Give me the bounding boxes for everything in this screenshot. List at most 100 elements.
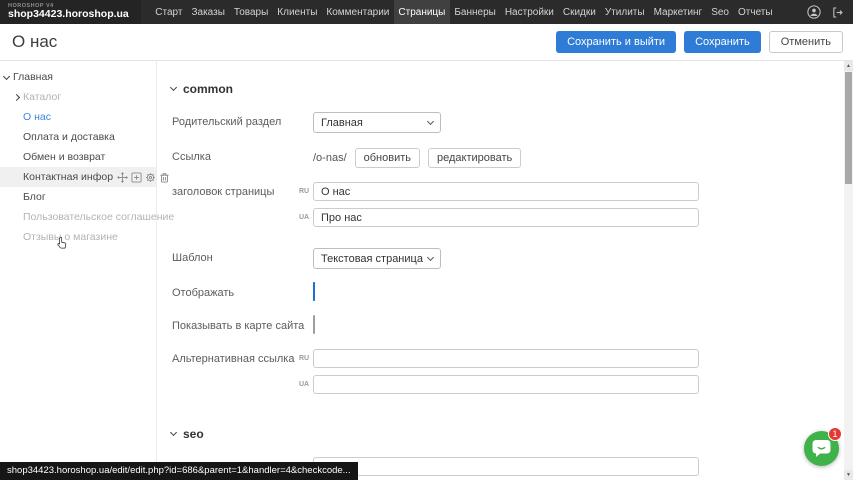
tree-item-label: Оплата и доставка (23, 131, 115, 143)
scrollbar-down-arrow[interactable]: ▼ (844, 470, 853, 480)
menu-item-marketing[interactable]: Маркетинг (649, 0, 707, 24)
cancel-button[interactable]: Отменить (769, 31, 843, 53)
menu-item-products[interactable]: Товары (229, 0, 272, 24)
sitemap-checkbox[interactable] (313, 315, 315, 334)
status-bar-link-url: shop34423.horoshop.ua/edit/edit.php?id=6… (0, 462, 358, 480)
add-page-icon[interactable] (131, 172, 142, 183)
chevron-right-icon[interactable] (13, 94, 20, 101)
tree-item-label: Блог (23, 191, 46, 203)
tree-item-label: Обмен и возврат (23, 151, 105, 163)
lang-ru-tag: RU (299, 188, 309, 195)
menu-item-orders[interactable]: Заказы (187, 0, 229, 24)
tree-item-label: Пользовательское соглашение (23, 211, 174, 223)
scrollbar-up-arrow[interactable]: ▲ (844, 61, 853, 71)
tree-item-glavnaya[interactable]: Главная (0, 67, 156, 87)
top-menu: Старт Заказы Товары Клиенты Комментарии … (151, 0, 777, 24)
parent-section-row: Родительский раздел Главная (164, 112, 844, 133)
delete-icon[interactable] (159, 172, 170, 183)
menu-item-seo[interactable]: Seo (707, 0, 734, 24)
display-row: Отображать (164, 283, 844, 302)
link-row: Ссылка /o-nas/ обновить редактировать (164, 147, 844, 168)
tree-item-blog[interactable]: Блог (0, 187, 156, 207)
menu-item-pages[interactable]: Страницы (394, 0, 450, 24)
template-row: Шаблон Текстовая страница (164, 248, 844, 269)
parent-section-selected-value: Главная (321, 117, 363, 129)
tree-item-kontaktnaya[interactable]: Контактная инфор (0, 167, 156, 187)
alt-link-label: Альтернативная ссылка (164, 349, 313, 401)
menu-item-start[interactable]: Старт (151, 0, 187, 24)
template-select[interactable]: Текстовая страница (313, 248, 441, 269)
tree-item-soglashenie[interactable]: Пользовательское соглашение (0, 207, 156, 227)
lang-ru-tag: RU (299, 355, 309, 362)
link-path-value: /o-nas/ (313, 152, 347, 164)
menu-item-settings[interactable]: Настройки (500, 0, 558, 24)
horoshop-admin-app: HOROSHOP V4 shop34423.horoshop.ua Старт … (0, 0, 853, 480)
menu-item-clients[interactable]: Клиенты (273, 0, 322, 24)
section-seo-title: seo (183, 427, 204, 441)
html-title-ru-input[interactable] (313, 457, 699, 476)
chevron-down-icon (170, 84, 177, 91)
logout-icon[interactable] (830, 5, 844, 19)
move-icon[interactable] (117, 172, 128, 183)
link-refresh-button[interactable]: обновить (355, 148, 420, 168)
chevron-down-icon (427, 118, 434, 125)
header-action-buttons: Сохранить и выйти Сохранить Отменить (556, 31, 843, 53)
pages-tree-sidebar: Главная Каталог О нас Оплата и доставка … (0, 61, 157, 480)
brand-logo[interactable]: HOROSHOP V4 shop34423.horoshop.ua (0, 0, 141, 24)
template-label: Шаблон (164, 248, 313, 269)
menu-item-comments[interactable]: Комментарии (322, 0, 394, 24)
tree-item-hover-actions (117, 172, 170, 183)
template-selected-value: Текстовая страница (321, 253, 423, 265)
tree-item-o-nas[interactable]: О нас (0, 107, 156, 127)
tree-item-oplata[interactable]: Оплата и доставка (0, 127, 156, 147)
link-edit-button[interactable]: редактировать (428, 148, 521, 168)
section-common-header[interactable]: common (171, 82, 844, 96)
chevron-down-icon (170, 429, 177, 436)
page-title-row: заголовок страницы RU UA (164, 182, 844, 234)
alt-link-ru-input[interactable] (313, 349, 699, 368)
page-title-ua-input[interactable] (313, 208, 699, 227)
topbar-right-controls (807, 0, 853, 24)
page-title-label: заголовок страницы (164, 182, 313, 234)
tree-item-obmen[interactable]: Обмен и возврат (0, 147, 156, 167)
menu-item-reports[interactable]: Отчеты (734, 0, 778, 24)
top-nav-bar: HOROSHOP V4 shop34423.horoshop.ua Старт … (0, 0, 853, 24)
tree-item-otzyvy[interactable]: Отзывы о магазине (0, 227, 156, 247)
user-account-icon[interactable] (807, 5, 821, 19)
lang-ua-tag: UA (299, 381, 309, 388)
lang-ua-tag: UA (299, 214, 309, 221)
parent-section-label: Родительский раздел (164, 112, 313, 133)
alt-link-ua-input[interactable] (313, 375, 699, 394)
alt-link-row: Альтернативная ссылка RU UA (164, 349, 844, 401)
brand-domain-label: shop34423.horoshop.ua (8, 9, 129, 21)
scrollbar-thumb[interactable] (845, 72, 852, 184)
menu-item-banners[interactable]: Баннеры (450, 0, 500, 24)
tree-item-label: Каталог (23, 91, 61, 103)
tree-item-katalog[interactable]: Каталог (0, 87, 156, 107)
menu-item-discounts[interactable]: Скидки (558, 0, 600, 24)
chat-unread-badge: 1 (828, 427, 842, 441)
chat-bubble-icon (812, 439, 831, 458)
page-header: О нас Сохранить и выйти Сохранить Отмени… (0, 24, 853, 61)
vertical-scrollbar[interactable]: ▲ ▼ (844, 61, 853, 480)
link-label: Ссылка (164, 147, 313, 168)
chevron-down-icon (427, 254, 434, 261)
sitemap-label: Показывать в карте сайта (164, 316, 313, 335)
section-common-title: common (183, 82, 233, 96)
section-seo-header[interactable]: seo (171, 427, 844, 441)
display-label: Отображать (164, 283, 313, 302)
tree-item-label: Главная (13, 71, 53, 83)
support-chat-button[interactable]: 1 (804, 431, 839, 466)
tree-item-label: Контактная инфор (23, 171, 113, 183)
display-checkbox[interactable] (313, 282, 315, 301)
parent-section-select[interactable]: Главная (313, 112, 441, 133)
tree-item-label: Отзывы о магазине (23, 231, 118, 243)
save-button[interactable]: Сохранить (684, 31, 761, 53)
chevron-down-icon[interactable] (3, 73, 10, 80)
page-title-ru-input[interactable] (313, 182, 699, 201)
save-and-exit-button[interactable]: Сохранить и выйти (556, 31, 676, 53)
page-edit-form: common Родительский раздел Главная Ссылк… (158, 61, 844, 480)
gear-icon[interactable] (145, 172, 156, 183)
page-title: О нас (12, 32, 57, 52)
menu-item-utilities[interactable]: Утилиты (600, 0, 649, 24)
